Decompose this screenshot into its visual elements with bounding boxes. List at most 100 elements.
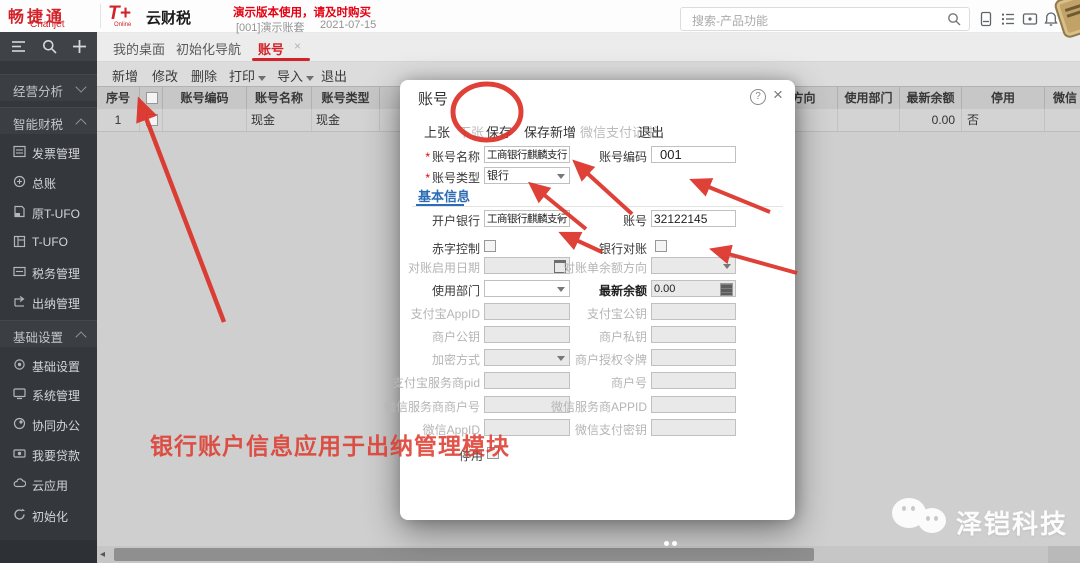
system-icon — [13, 387, 26, 400]
col-checkbox[interactable] — [140, 87, 163, 109]
search-placeholder: 搜索-产品功能 — [692, 12, 768, 29]
horizontal-scrollbar[interactable]: ◂ — [97, 546, 1080, 563]
loan-icon — [13, 447, 26, 460]
cell-seq: 1 — [97, 109, 140, 131]
col-department[interactable]: 使用部门 — [838, 87, 900, 109]
tab-account[interactable]: 账号 — [258, 39, 284, 58]
merchant-prikey-input — [651, 326, 736, 343]
account-type-select[interactable]: 银行 — [484, 167, 570, 184]
legacy-tufo-icon — [13, 205, 26, 218]
recon-date-label: 对账启用日期 — [408, 259, 480, 276]
col-wechat[interactable]: 微信A — [1045, 87, 1080, 109]
sidebar-item-general-ledger[interactable]: 总账 — [0, 169, 97, 195]
opening-bank-label: 开户银行 — [432, 212, 480, 229]
app-window: 畅捷通 Chanjet T+ Online 云财税 演示版本使用，请及时购买 [… — [0, 0, 1080, 563]
wx-pay-key-input — [651, 419, 736, 436]
sidebar-item-system-mgmt[interactable]: 系统管理 — [0, 381, 97, 407]
cell-stopped: 否 — [962, 109, 1045, 131]
cell-code — [163, 109, 247, 131]
sidebar-item-loan[interactable]: 我要贷款 — [0, 441, 97, 467]
stmt-direction-select — [651, 257, 736, 274]
sidebar-item-basic-settings[interactable]: 基础设置 — [0, 352, 97, 378]
alipay-sp-pid-input — [484, 372, 570, 389]
alipay-pubkey-input — [651, 303, 736, 320]
sidebar-item-collaboration[interactable]: 协同办公 — [0, 411, 97, 437]
calculator-icon[interactable] — [720, 283, 733, 296]
account-code-input[interactable]: 001 — [651, 146, 736, 163]
delete-button[interactable]: 删除 — [191, 66, 217, 85]
cell-department — [838, 109, 900, 131]
active-tab-underline — [252, 58, 310, 61]
col-seq[interactable]: 序号 — [97, 87, 140, 109]
device-icon[interactable] — [978, 11, 994, 27]
next-record-button[interactable]: 下张 — [458, 122, 484, 141]
col-stopped[interactable]: 停用 — [962, 87, 1045, 109]
save-button[interactable]: 保存 — [486, 122, 512, 141]
col-code[interactable]: 账号编码 — [163, 87, 247, 109]
import-button[interactable]: 导入 — [277, 66, 314, 85]
bank-recon-label: 银行对账 — [599, 240, 647, 257]
wx-sp-merchant-label: 微信服务商商户号 — [384, 398, 480, 415]
sidebar-item-invoice[interactable]: 发票管理 — [0, 139, 97, 165]
sidebar-group-business-analysis[interactable]: 经营分析 — [0, 74, 97, 101]
account-no-input[interactable]: 32122145 — [651, 210, 736, 227]
account-no-label: 账号 — [623, 212, 647, 229]
merchant-pubkey-input — [484, 326, 570, 343]
chevron-up-icon — [75, 118, 86, 129]
exit-button[interactable]: 退出 — [321, 66, 347, 85]
bank-recon-checkbox[interactable] — [655, 240, 667, 252]
scroll-left-arrow[interactable]: ◂ — [100, 549, 105, 560]
close-icon[interactable]: × — [773, 85, 783, 105]
stop-use-checkbox[interactable] — [487, 447, 499, 459]
department-label: 使用部门 — [432, 282, 480, 299]
select-all-checkbox[interactable] — [146, 92, 158, 104]
sidebar-group-basic-settings[interactable]: 基础设置 — [0, 320, 97, 347]
sidebar-group-smart-finance[interactable]: 智能财税 — [0, 107, 97, 134]
tab-my-desktop[interactable]: 我的桌面 — [113, 39, 165, 58]
prev-record-button[interactable]: 上张 — [424, 122, 450, 141]
sidebar-item-tax[interactable]: 税务管理 — [0, 259, 97, 285]
opening-bank-select[interactable]: 工商银行麒麟支行 — [484, 210, 570, 227]
tab-basic-info[interactable]: 基本信息 — [418, 186, 470, 205]
sidebar-item-legacy-tufo[interactable]: 原T-UFO — [0, 199, 97, 225]
tufo-icon — [13, 235, 26, 248]
divider — [100, 4, 101, 28]
add-button[interactable]: 新增 — [112, 66, 138, 85]
stop-use-label: 停用 — [459, 447, 483, 464]
exit-dialog-button[interactable]: 退出 — [638, 122, 664, 141]
monitor-icon[interactable] — [1022, 11, 1038, 27]
tab-close-icon[interactable]: × — [294, 39, 301, 53]
col-balance[interactable]: 最新余额 — [900, 87, 962, 109]
account-type-label: *账号类型 — [425, 169, 480, 186]
help-icon[interactable]: ? — [750, 89, 766, 105]
sidebar-item-cloud-apps[interactable]: 云应用 — [0, 471, 97, 497]
search-icon — [947, 12, 961, 26]
scrollbar-thumb[interactable] — [114, 548, 814, 561]
account-name-input[interactable]: 工商银行麒麟支行 — [484, 146, 570, 163]
search-input[interactable]: 搜索-产品功能 — [680, 7, 970, 31]
col-name[interactable]: 账号名称 — [247, 87, 312, 109]
resize-dot — [672, 541, 677, 546]
row-checkbox[interactable] — [146, 114, 158, 126]
sidebar-item-tufo[interactable]: T-UFO — [0, 229, 97, 255]
alipay-sp-pid-label: 支付宝服务商pid — [392, 374, 480, 391]
merchant-token-label: 商户授权令牌 — [575, 351, 647, 368]
wx-appid-input — [484, 419, 570, 436]
deficit-control-checkbox[interactable] — [484, 240, 496, 252]
watermark: 泽铠科技 — [878, 490, 1078, 550]
col-type[interactable]: 账号类型 — [312, 87, 380, 109]
collaboration-icon — [13, 417, 26, 430]
wx-sp-appid-input — [651, 396, 736, 413]
menu-icon[interactable] — [11, 40, 26, 53]
add-icon[interactable] — [72, 39, 87, 54]
edit-button[interactable]: 修改 — [152, 66, 178, 85]
sidebar-item-cashier[interactable]: 出纳管理 — [0, 289, 97, 315]
save-and-new-button[interactable]: 保存新增 — [524, 122, 576, 141]
search-menu-icon[interactable] — [42, 39, 57, 54]
print-button[interactable]: 打印 — [229, 66, 266, 85]
sidebar-item-initialize[interactable]: 初始化 — [0, 502, 97, 528]
tasklist-icon[interactable] — [1000, 11, 1016, 27]
cell-checkbox[interactable] — [140, 109, 163, 131]
department-select[interactable] — [484, 280, 570, 297]
tab-init-nav[interactable]: 初始化导航 — [176, 39, 241, 58]
